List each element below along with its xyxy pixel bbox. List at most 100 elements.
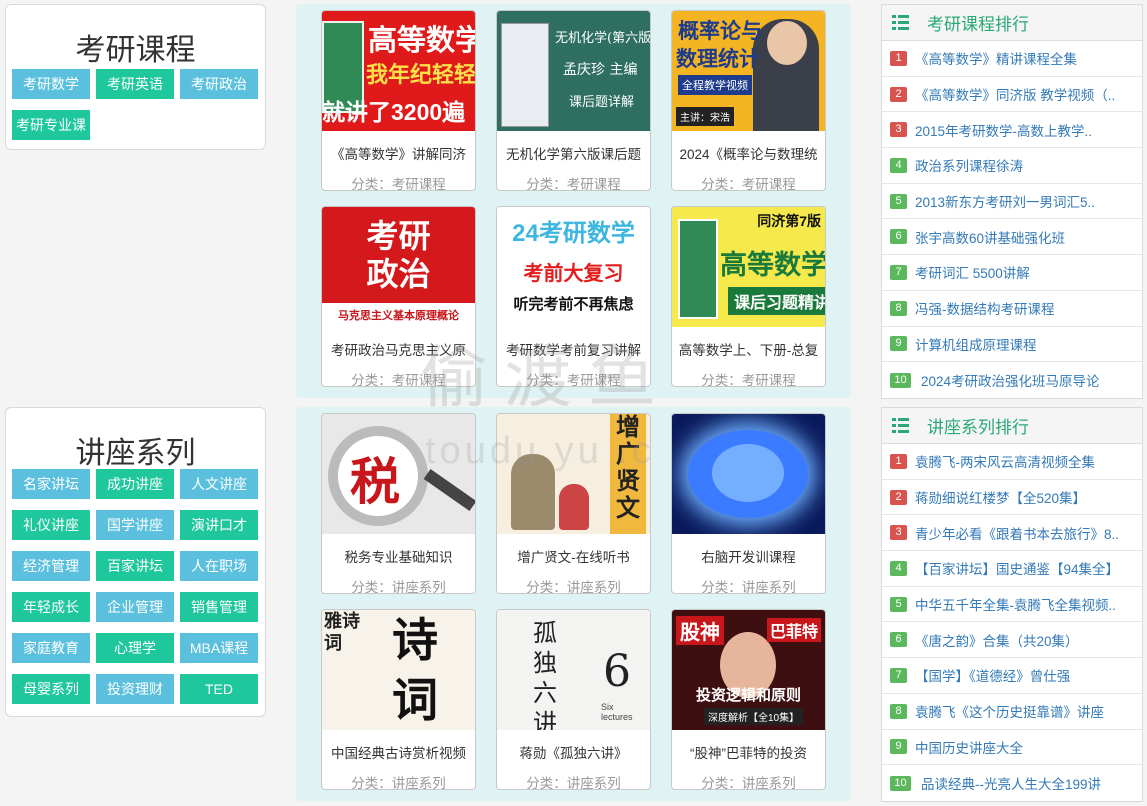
- rank-item-link[interactable]: 蒋勋细说红楼梦【全520集】: [915, 487, 1086, 507]
- rank-list: 1 袁腾飞-两宋风云高清视频全集 2 蒋勋细说红楼梦【全520集】 3 青少年必看《跟着书…: [882, 444, 1142, 801]
- list-icon: [892, 418, 909, 433]
- course-title[interactable]: 考研数学考前复习讲解: [497, 339, 650, 359]
- tag-jiating[interactable]: 家庭教育: [12, 633, 90, 663]
- course-card[interactable]: 右脑开发训课程 分类：讲座系列: [671, 413, 826, 594]
- rank-item-link[interactable]: 2015年考研数学-高数上教学..: [915, 120, 1092, 140]
- rank-item-link[interactable]: 品读经典--光亮人生大全199讲: [921, 773, 1101, 793]
- tag-kaoyan-math[interactable]: 考研数学: [12, 69, 90, 99]
- tag-touzi[interactable]: 投资理财: [96, 674, 174, 704]
- rank-item-link[interactable]: 袁腾飞-两宋风云高清视频全集: [915, 451, 1095, 471]
- rank-item-link[interactable]: 中华五千年全集-袁腾飞全集视频..: [915, 594, 1116, 614]
- course-thumbnail: 股神 巴菲特 投资逻辑和原则 深度解析【全10集】: [672, 610, 825, 730]
- rank-item[interactable]: 9 计算机组成原理课程: [882, 327, 1142, 363]
- course-title[interactable]: 税务专业基础知识: [322, 546, 475, 566]
- tag-renwen[interactable]: 人文讲座: [180, 469, 258, 499]
- course-card[interactable]: 概率论与 数理统计 全程教学视频 主讲：宋浩 2024《概率论与数理统 分类：考…: [671, 10, 826, 191]
- rank-item[interactable]: 6 张宇高数60讲基础强化班: [882, 219, 1142, 256]
- tag-chenggong[interactable]: 成功讲座: [96, 469, 174, 499]
- rank-item[interactable]: 5 2013新东方考研刘一男词汇5..: [882, 184, 1142, 220]
- course-title[interactable]: “股神”巴菲特的投资: [672, 742, 825, 762]
- rank-item[interactable]: 1 袁腾飞-两宋风云高清视频全集: [882, 444, 1142, 480]
- rank-item-link[interactable]: 张宇高数60讲基础强化班: [915, 227, 1065, 247]
- course-card[interactable]: 无机化学(第六版) 孟庆珍 主编 课后题详解 无机化学第六版课后题 分类：考研课…: [496, 10, 651, 191]
- course-category: 分类：考研课程: [526, 373, 621, 387]
- tag-mba[interactable]: MBA课程: [180, 633, 258, 663]
- course-title[interactable]: 右脑开发训课程: [672, 546, 825, 566]
- rank-item[interactable]: 9 中国历史讲座大全: [882, 730, 1142, 766]
- course-card[interactable]: 增广贤文 增广贤文-在线听书 分类：讲座系列: [496, 413, 651, 594]
- tag-kaoyan-politics[interactable]: 考研政治: [180, 69, 258, 99]
- rank-number-badge: 9: [890, 739, 907, 755]
- rank-item[interactable]: 8 袁腾飞《这个历史挺靠谱》讲座: [882, 694, 1142, 730]
- course-card[interactable]: 考研 政治 马克思主义基本原理概论 考研政治马克思主义原 分类：考研课程: [321, 206, 476, 387]
- rank-item-link[interactable]: 《高等数学》同济版 教学视频（..: [915, 84, 1115, 104]
- tag-mingjia[interactable]: 名家讲坛: [12, 469, 90, 499]
- course-title[interactable]: 增广贤文-在线听书: [497, 546, 650, 566]
- tag-xiaoshou[interactable]: 销售管理: [180, 592, 258, 622]
- rank-item-link[interactable]: 【国学】《道德经》曾仕强: [915, 665, 1070, 685]
- rank-item-link[interactable]: 袁腾飞《这个历史挺靠谱》讲座: [915, 701, 1104, 721]
- rank-number-badge: 3: [890, 122, 907, 138]
- course-title[interactable]: 《高等数学》讲解同济: [322, 143, 475, 163]
- tag-liyi[interactable]: 礼仪讲座: [12, 510, 90, 540]
- rank-title: 讲座系列排行: [927, 418, 1029, 437]
- course-card[interactable]: 股神 巴菲特 投资逻辑和原则 深度解析【全10集】 “股神”巴菲特的投资 分类：…: [671, 609, 826, 790]
- course-title[interactable]: 2024《概率论与数理统: [672, 143, 825, 163]
- tag-baijia[interactable]: 百家讲坛: [96, 551, 174, 581]
- rank-item-link[interactable]: 《高等数学》精讲课程全集: [915, 48, 1077, 68]
- course-card[interactable]: 税 税务专业基础知识 分类：讲座系列: [321, 413, 476, 594]
- rank-item[interactable]: 4 【百家讲坛】国史通鉴【94集全】: [882, 551, 1142, 587]
- tag-zhichang[interactable]: 人在职场: [180, 551, 258, 581]
- lecture-rank-panel: 讲座系列排行 1 袁腾飞-两宋风云高清视频全集 2 蒋勋细说红楼梦【全520集】 3 青少…: [881, 407, 1143, 802]
- tag-ted[interactable]: TED: [180, 674, 258, 704]
- tag-chengzhang[interactable]: 年轻成长: [12, 592, 90, 622]
- rank-item-link[interactable]: 《唐之韵》合集（共20集）: [915, 630, 1079, 650]
- rank-item[interactable]: 2 蒋勋细说红楼梦【全520集】: [882, 480, 1142, 516]
- tag-jingji[interactable]: 经济管理: [12, 551, 90, 581]
- tag-kaoyan-english[interactable]: 考研英语: [96, 69, 174, 99]
- tag-qiye[interactable]: 企业管理: [96, 592, 174, 622]
- rank-number-badge: 6: [890, 229, 907, 245]
- rank-item-link[interactable]: 计算机组成原理课程: [915, 334, 1037, 354]
- rank-header: 考研课程排行: [882, 5, 1142, 41]
- course-thumbnail: 无机化学(第六版) 孟庆珍 主编 课后题详解: [497, 11, 650, 131]
- rank-item-link[interactable]: 2013新东方考研刘一男词汇5..: [915, 191, 1095, 211]
- rank-item-link[interactable]: 2024考研政治强化班马原导论: [921, 370, 1100, 390]
- rank-item-link[interactable]: 中国历史讲座大全: [915, 737, 1023, 757]
- rank-item[interactable]: 8 冯强-数据结构考研课程: [882, 291, 1142, 327]
- course-title[interactable]: 高等数学上、下册-总复: [672, 339, 825, 359]
- rank-item-link[interactable]: 【百家讲坛】国史通鉴【94集全】: [915, 558, 1119, 578]
- course-card[interactable]: 24考研数学 考前大复习 听完考前不再焦虑 考研数学考前复习讲解 分类：考研课程: [496, 206, 651, 387]
- rank-item[interactable]: 7 【国学】《道德经》曾仕强: [882, 658, 1142, 694]
- rank-item[interactable]: 6 《唐之韵》合集（共20集）: [882, 622, 1142, 659]
- course-card[interactable]: 同济第7版 高等数学 课后习题精讲 高等数学上、下册-总复 分类：考研课程: [671, 206, 826, 387]
- tag-kaoyan-major[interactable]: 考研专业课: [12, 110, 90, 140]
- rank-item[interactable]: 10 2024考研政治强化班马原导论: [882, 362, 1142, 398]
- course-title[interactable]: 中国经典古诗赏析视频: [322, 742, 475, 762]
- rank-number-badge: 5: [890, 193, 907, 209]
- course-thumbnail: 雅诗词 诗词: [322, 610, 475, 730]
- rank-number-badge: 10: [890, 372, 911, 388]
- tag-muying[interactable]: 母婴系列: [12, 674, 90, 704]
- course-card[interactable]: 高等数学 我年纪轻轻 就讲了3200遍 《高等数学》讲解同济 分类：考研课程: [321, 10, 476, 191]
- rank-item-link[interactable]: 冯强-数据结构考研课程: [915, 298, 1055, 318]
- course-card[interactable]: 雅诗词 诗词 中国经典古诗赏析视频 分类：讲座系列: [321, 609, 476, 790]
- tag-xinli[interactable]: 心理学: [96, 633, 174, 663]
- course-card[interactable]: 孤独六讲 6 Six lectures 蒋勋《孤独六讲》 分类：讲座系列: [496, 609, 651, 790]
- rank-item-link[interactable]: 青少年必看《跟着书本去旅行》8..: [915, 523, 1119, 543]
- rank-item[interactable]: 5 中华五千年全集-袁腾飞全集视频..: [882, 587, 1142, 623]
- tag-guoxue[interactable]: 国学讲座: [96, 510, 174, 540]
- rank-item[interactable]: 4 政治系列课程徐涛: [882, 148, 1142, 184]
- rank-item[interactable]: 1 《高等数学》精讲课程全集: [882, 41, 1142, 77]
- rank-item-link[interactable]: 考研词汇 5500讲解: [915, 262, 1030, 282]
- course-title[interactable]: 考研政治马克思主义原: [322, 339, 475, 359]
- rank-item-link[interactable]: 政治系列课程徐涛: [915, 155, 1023, 175]
- rank-item[interactable]: 3 2015年考研数学-高数上教学..: [882, 112, 1142, 149]
- rank-item[interactable]: 10 品读经典--光亮人生大全199讲: [882, 765, 1142, 801]
- course-title[interactable]: 蒋勋《孤独六讲》: [497, 742, 650, 762]
- tag-yanjiang[interactable]: 演讲口才: [180, 510, 258, 540]
- rank-item[interactable]: 7 考研词汇 5500讲解: [882, 255, 1142, 291]
- rank-item[interactable]: 3 青少年必看《跟着书本去旅行》8..: [882, 515, 1142, 552]
- course-title[interactable]: 无机化学第六版课后题: [497, 143, 650, 163]
- rank-item[interactable]: 2 《高等数学》同济版 教学视频（..: [882, 77, 1142, 113]
